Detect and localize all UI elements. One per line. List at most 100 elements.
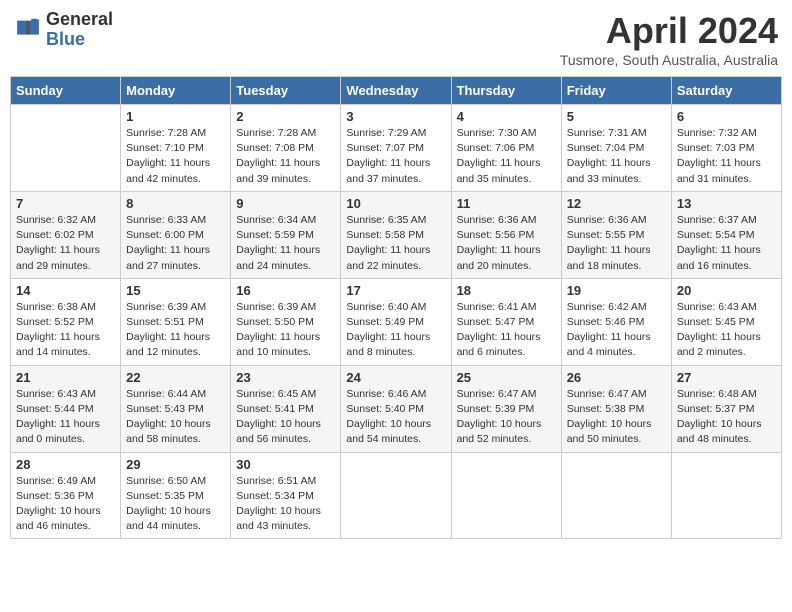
calendar-cell: 27 Sunrise: 6:48 AM Sunset: 5:37 PM Dayli… — [671, 365, 781, 452]
day-number: 10 — [346, 196, 445, 211]
calendar-cell: 22 Sunrise: 6:44 AM Sunset: 5:43 PM Dayli… — [121, 365, 231, 452]
day-info: Sunrise: 6:39 AM Sunset: 5:50 PM Dayligh… — [236, 300, 335, 361]
calendar-cell: 2 Sunrise: 7:28 AM Sunset: 7:08 PM Daylig… — [231, 105, 341, 192]
day-number: 29 — [126, 457, 225, 472]
day-info: Sunrise: 6:45 AM Sunset: 5:41 PM Dayligh… — [236, 387, 335, 448]
day-number: 2 — [236, 109, 335, 124]
calendar-cell: 20Sunrise: 6:43 AM Sunset: 5:45 PM Dayli… — [671, 278, 781, 365]
calendar-cell: 1 Sunrise: 7:28 AM Sunset: 7:10 PM Daylig… — [121, 105, 231, 192]
day-number: 12 — [567, 196, 666, 211]
day-info: Sunrise: 6:46 AM Sunset: 5:40 PM Dayligh… — [346, 387, 445, 448]
day-number: 30 — [236, 457, 335, 472]
day-info: Sunrise: 7:29 AM Sunset: 7:07 PM Dayligh… — [346, 126, 445, 187]
week-row-4: 21 Sunrise: 6:43 AM Sunset: 5:44 PM Dayli… — [11, 365, 782, 452]
day-info: Sunrise: 6:35 AM Sunset: 5:58 PM Dayligh… — [346, 213, 445, 274]
week-row-1: 1 Sunrise: 7:28 AM Sunset: 7:10 PM Daylig… — [11, 105, 782, 192]
calendar-cell — [561, 452, 671, 539]
calendar-cell: 19 Sunrise: 6:42 AM Sunset: 5:46 PM Dayli… — [561, 278, 671, 365]
calendar-cell: 18Sunrise: 6:41 AM Sunset: 5:47 PM Dayli… — [451, 278, 561, 365]
header-wednesday: Wednesday — [341, 77, 451, 105]
calendar-cell: 16 Sunrise: 6:39 AM Sunset: 5:50 PM Dayli… — [231, 278, 341, 365]
day-number: 5 — [567, 109, 666, 124]
day-info: Sunrise: 6:32 AM Sunset: 6:02 PM Dayligh… — [16, 213, 115, 274]
day-number: 13 — [677, 196, 776, 211]
calendar-cell: 14Sunrise: 6:38 AM Sunset: 5:52 PM Dayli… — [11, 278, 121, 365]
day-info: Sunrise: 6:51 AM Sunset: 5:34 PM Dayligh… — [236, 474, 335, 535]
calendar-cell: 23 Sunrise: 6:45 AM Sunset: 5:41 PM Dayli… — [231, 365, 341, 452]
header-saturday: Saturday — [671, 77, 781, 105]
day-info: Sunrise: 6:34 AM Sunset: 5:59 PM Dayligh… — [236, 213, 335, 274]
header-sunday: Sunday — [11, 77, 121, 105]
logo-general: General — [46, 10, 113, 30]
day-info: Sunrise: 6:39 AM Sunset: 5:51 PM Dayligh… — [126, 300, 225, 361]
day-info: Sunrise: 6:44 AM Sunset: 5:43 PM Dayligh… — [126, 387, 225, 448]
calendar-cell: 29 Sunrise: 6:50 AM Sunset: 5:35 PM Dayli… — [121, 452, 231, 539]
day-number: 6 — [677, 109, 776, 124]
week-row-2: 7Sunrise: 6:32 AM Sunset: 6:02 PM Daylig… — [11, 191, 782, 278]
day-number: 20 — [677, 283, 776, 298]
calendar-cell: 5 Sunrise: 7:31 AM Sunset: 7:04 PM Daylig… — [561, 105, 671, 192]
week-row-3: 14Sunrise: 6:38 AM Sunset: 5:52 PM Dayli… — [11, 278, 782, 365]
logo: General Blue — [14, 10, 113, 50]
calendar-cell: 6 Sunrise: 7:32 AM Sunset: 7:03 PM Daylig… — [671, 105, 781, 192]
day-number: 25 — [457, 370, 556, 385]
calendar-cell: 10 Sunrise: 6:35 AM Sunset: 5:58 PM Dayli… — [341, 191, 451, 278]
title-block: April 2024 Tusmore, South Australia, Aus… — [560, 10, 778, 68]
calendar-cell: 28Sunrise: 6:49 AM Sunset: 5:36 PM Dayli… — [11, 452, 121, 539]
day-number: 1 — [126, 109, 225, 124]
day-number: 23 — [236, 370, 335, 385]
calendar-cell: 11 Sunrise: 6:36 AM Sunset: 5:56 PM Dayli… — [451, 191, 561, 278]
calendar-cell: 24 Sunrise: 6:46 AM Sunset: 5:40 PM Dayli… — [341, 365, 451, 452]
header-tuesday: Tuesday — [231, 77, 341, 105]
calendar-cell: 17 Sunrise: 6:40 AM Sunset: 5:49 PM Dayli… — [341, 278, 451, 365]
day-number: 4 — [457, 109, 556, 124]
day-number: 9 — [236, 196, 335, 211]
day-number: 8 — [126, 196, 225, 211]
day-number: 17 — [346, 283, 445, 298]
day-number: 18 — [457, 283, 556, 298]
day-info: Sunrise: 6:40 AM Sunset: 5:49 PM Dayligh… — [346, 300, 445, 361]
header-friday: Friday — [561, 77, 671, 105]
calendar-cell: 9 Sunrise: 6:34 AM Sunset: 5:59 PM Daylig… — [231, 191, 341, 278]
logo-blue: Blue — [46, 30, 113, 50]
day-info: Sunrise: 7:30 AM Sunset: 7:06 PM Dayligh… — [457, 126, 556, 187]
day-info: Sunrise: 6:36 AM Sunset: 5:55 PM Dayligh… — [567, 213, 666, 274]
calendar-cell — [451, 452, 561, 539]
calendar-cell: 30 Sunrise: 6:51 AM Sunset: 5:34 PM Dayli… — [231, 452, 341, 539]
page-header: General Blue April 2024 Tusmore, South A… — [10, 10, 782, 68]
day-number: 28 — [16, 457, 115, 472]
day-number: 22 — [126, 370, 225, 385]
day-number: 24 — [346, 370, 445, 385]
day-info: Sunrise: 6:42 AM Sunset: 5:46 PM Dayligh… — [567, 300, 666, 361]
day-info: Sunrise: 6:33 AM Sunset: 6:00 PM Dayligh… — [126, 213, 225, 274]
day-number: 16 — [236, 283, 335, 298]
calendar-cell: 8 Sunrise: 6:33 AM Sunset: 6:00 PM Daylig… — [121, 191, 231, 278]
calendar-cell — [671, 452, 781, 539]
day-number: 27 — [677, 370, 776, 385]
calendar-cell: 7Sunrise: 6:32 AM Sunset: 6:02 PM Daylig… — [11, 191, 121, 278]
day-info: Sunrise: 7:31 AM Sunset: 7:04 PM Dayligh… — [567, 126, 666, 187]
day-info: Sunrise: 6:47 AM Sunset: 5:39 PM Dayligh… — [457, 387, 556, 448]
day-info: Sunrise: 7:28 AM Sunset: 7:08 PM Dayligh… — [236, 126, 335, 187]
week-row-5: 28Sunrise: 6:49 AM Sunset: 5:36 PM Dayli… — [11, 452, 782, 539]
calendar-cell: 25 Sunrise: 6:47 AM Sunset: 5:39 PM Dayli… — [451, 365, 561, 452]
calendar-cell: 3 Sunrise: 7:29 AM Sunset: 7:07 PM Daylig… — [341, 105, 451, 192]
header-monday: Monday — [121, 77, 231, 105]
day-info: Sunrise: 6:37 AM Sunset: 5:54 PM Dayligh… — [677, 213, 776, 274]
day-number: 21 — [16, 370, 115, 385]
calendar-cell — [11, 105, 121, 192]
day-info: Sunrise: 6:36 AM Sunset: 5:56 PM Dayligh… — [457, 213, 556, 274]
day-info: Sunrise: 7:28 AM Sunset: 7:10 PM Dayligh… — [126, 126, 225, 187]
day-number: 19 — [567, 283, 666, 298]
day-number: 14 — [16, 283, 115, 298]
day-info: Sunrise: 6:48 AM Sunset: 5:37 PM Dayligh… — [677, 387, 776, 448]
logo-text: General Blue — [46, 10, 113, 50]
day-info: Sunrise: 6:47 AM Sunset: 5:38 PM Dayligh… — [567, 387, 666, 448]
logo-icon — [14, 16, 42, 44]
day-number: 11 — [457, 196, 556, 211]
day-info: Sunrise: 6:43 AM Sunset: 5:44 PM Dayligh… — [16, 387, 115, 448]
day-info: Sunrise: 6:50 AM Sunset: 5:35 PM Dayligh… — [126, 474, 225, 535]
calendar-table: SundayMondayTuesdayWednesdayThursdayFrid… — [10, 76, 782, 539]
day-info: Sunrise: 7:32 AM Sunset: 7:03 PM Dayligh… — [677, 126, 776, 187]
day-number: 3 — [346, 109, 445, 124]
